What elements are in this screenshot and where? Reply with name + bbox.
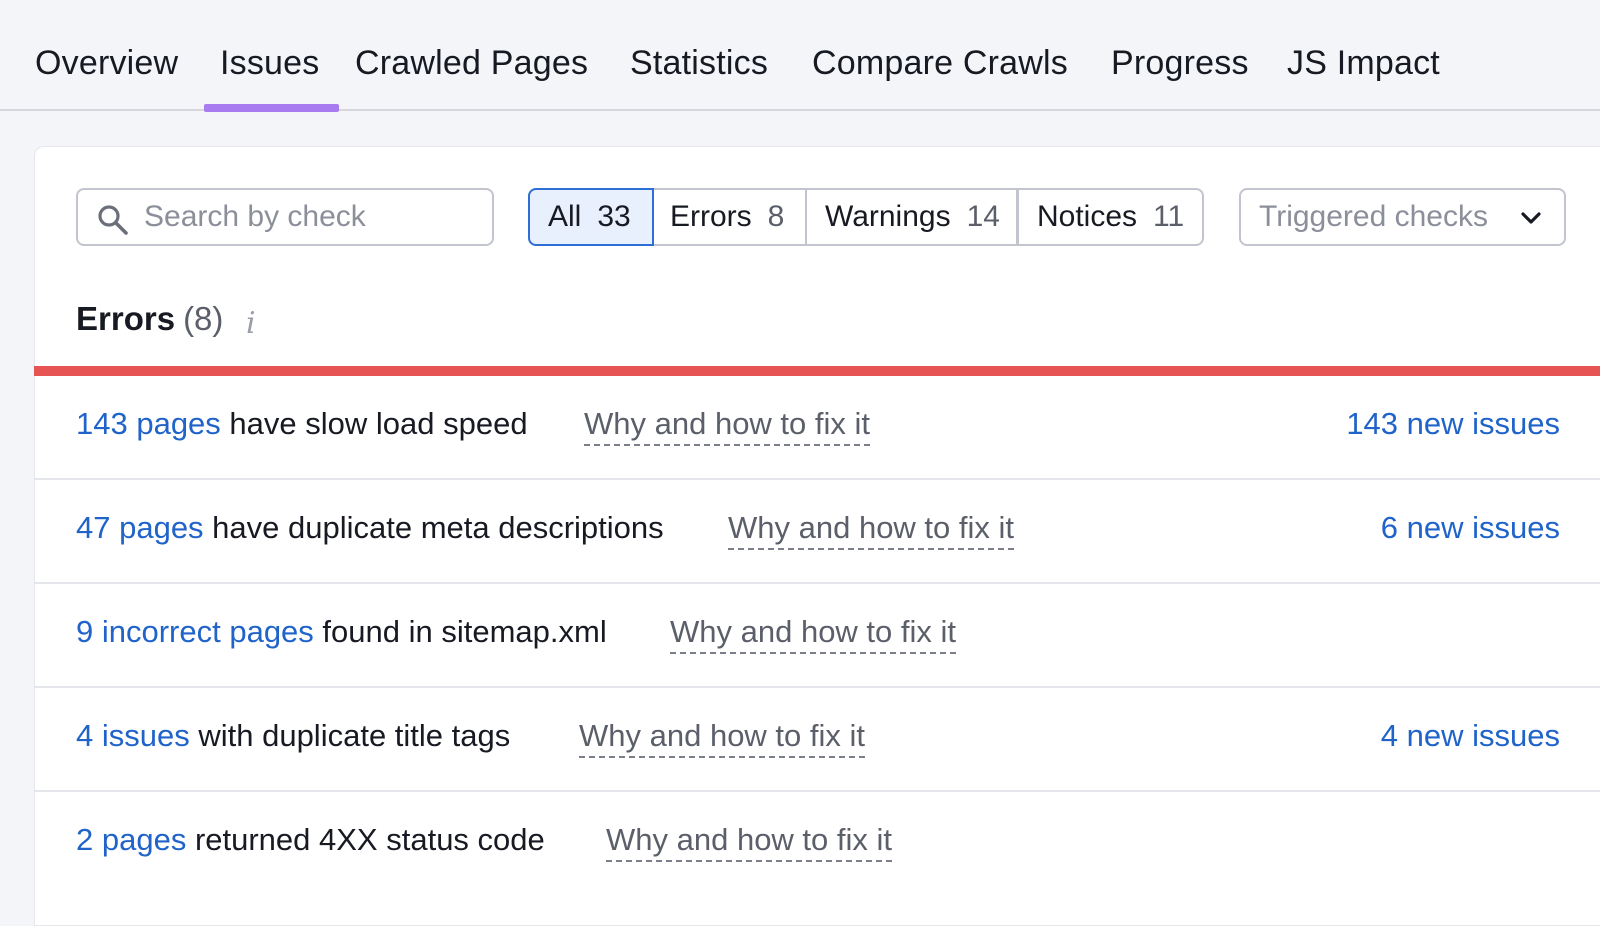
filter-warnings-label: Warnings [825, 200, 951, 233]
issue-text: returned 4XX status code [186, 822, 545, 857]
new-issues-link[interactable]: 6 new issues [1381, 510, 1560, 546]
why-how-fix-link[interactable]: Why and how to fix it [584, 406, 871, 446]
issue-row: 143 pages have slow load speed Why and h… [34, 376, 1600, 480]
filter-notices[interactable]: Notices 11 [1017, 188, 1204, 246]
tab-progress[interactable]: Progress [1111, 44, 1249, 83]
issue-row: 2 pages returned 4XX status code Why and… [34, 792, 1600, 896]
why-how-fix-link[interactable]: Why and how to fix it [728, 510, 1015, 550]
errors-severity-bar [34, 366, 1600, 376]
why-how-fix-link[interactable]: Why and how to fix it [606, 822, 893, 862]
issue-description: 4 issues with duplicate title tags [76, 718, 510, 754]
issue-pages-link[interactable]: 143 pages [76, 406, 221, 441]
tab-compare-crawls[interactable]: Compare Crawls [812, 44, 1068, 83]
issue-pages-link[interactable]: 2 pages [76, 822, 186, 857]
tab-bar: Overview Issues Crawled Pages Statistics… [0, 0, 1600, 112]
filter-errors-count: 8 [767, 200, 785, 233]
filter-errors-label: Errors [670, 200, 752, 233]
filter-warnings[interactable]: Warnings 14 [805, 188, 1018, 246]
issue-row: 4 issues with duplicate title tags Why a… [34, 688, 1600, 792]
errors-section-title: Errors [76, 300, 176, 337]
issue-description: 47 pages have duplicate meta description… [76, 510, 664, 546]
tab-js-impact[interactable]: JS Impact [1287, 44, 1440, 83]
active-tab-indicator [204, 104, 339, 112]
tab-crawled-pages[interactable]: Crawled Pages [355, 44, 588, 83]
new-issues-link[interactable]: 4 new issues [1381, 718, 1560, 754]
issue-pages-link[interactable]: 47 pages [76, 510, 204, 545]
issue-row: 47 pages have duplicate meta description… [34, 480, 1600, 584]
filter-all-label: All [548, 200, 582, 233]
issue-description: 9 incorrect pages found in sitemap.xml [76, 614, 607, 650]
triggered-checks-label: Triggered checks [1259, 200, 1488, 233]
search-icon [98, 205, 128, 235]
issue-text: have duplicate meta descriptions [203, 510, 664, 545]
errors-section-heading: Errors (8) [76, 300, 223, 338]
filter-notices-count: 11 [1153, 200, 1185, 233]
issue-text: have slow load speed [220, 406, 528, 441]
filter-notices-label: Notices [1037, 200, 1138, 233]
tab-statistics[interactable]: Statistics [630, 44, 768, 83]
why-how-fix-link[interactable]: Why and how to fix it [579, 718, 866, 758]
triggered-checks-select[interactable]: Triggered checks [1239, 188, 1566, 246]
filter-errors[interactable]: Errors 8 [652, 188, 807, 246]
issue-row: 9 incorrect pages found in sitemap.xml W… [34, 584, 1600, 688]
issue-description: 143 pages have slow load speed [76, 406, 528, 442]
search-input[interactable] [144, 196, 484, 238]
chevron-down-icon [1521, 212, 1541, 224]
filter-all-count: 33 [597, 200, 631, 233]
why-how-fix-link[interactable]: Why and how to fix it [670, 614, 957, 654]
tab-issues[interactable]: Issues [220, 44, 319, 83]
filter-all[interactable]: All 33 [528, 188, 654, 246]
search-box[interactable] [76, 188, 494, 246]
filter-warnings-count: 14 [966, 200, 1000, 233]
issue-pages-link[interactable]: 9 incorrect pages [76, 614, 314, 649]
new-issues-link[interactable]: 143 new issues [1346, 406, 1560, 442]
issue-text: found in sitemap.xml [313, 614, 607, 649]
tab-overview[interactable]: Overview [35, 44, 178, 83]
issue-description: 2 pages returned 4XX status code [76, 822, 545, 858]
info-icon[interactable]: i [246, 306, 266, 341]
errors-section-count: (8) [183, 300, 224, 337]
issue-text: with duplicate title tags [189, 718, 511, 753]
issue-pages-link[interactable]: 4 issues [76, 718, 190, 753]
